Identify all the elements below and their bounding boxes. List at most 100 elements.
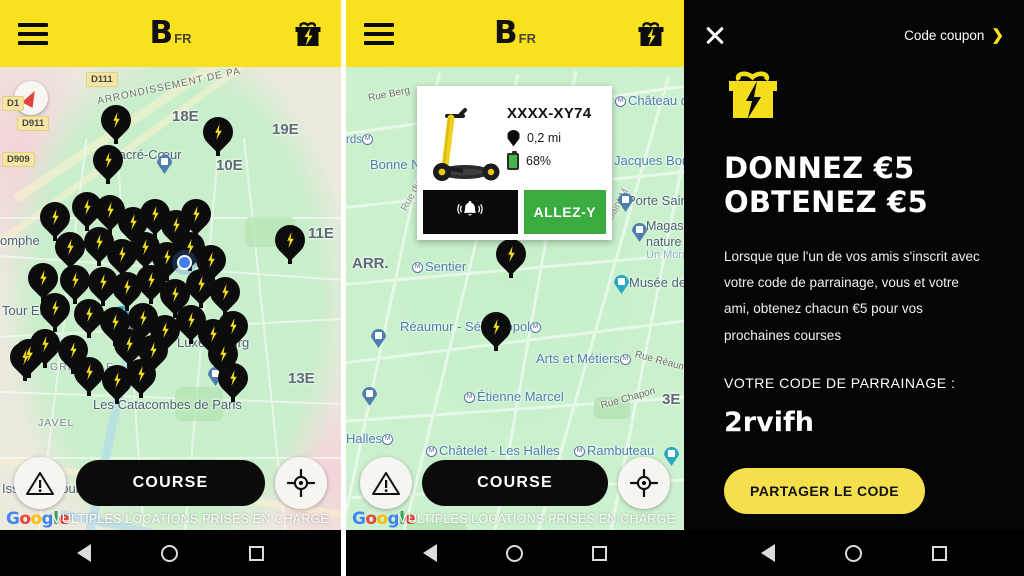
map-controls-panel1: COURSE [0, 456, 341, 510]
map-label: nature [646, 235, 682, 249]
back-triangle-icon[interactable] [422, 544, 437, 562]
gift-icon [724, 66, 782, 124]
user-location-dot [177, 255, 192, 270]
map-label: Arts et Métiers M [536, 351, 633, 366]
scooter-marker[interactable] [474, 305, 518, 352]
panel-map-overview: B FR D111 D1 D911 D909 ARRONDISSEMENT DE… [0, 0, 341, 576]
report-issue-button[interactable] [360, 457, 412, 509]
recents-square-icon[interactable] [592, 545, 608, 561]
map-label: 3E [662, 391, 681, 408]
map-label: D1 [2, 96, 25, 111]
map-label: 13E [288, 370, 315, 387]
map-label: D911 [17, 116, 50, 131]
chevron-right-icon: ❯ [991, 27, 1004, 44]
hamburger-menu-icon[interactable] [364, 22, 394, 45]
scooter-marker[interactable] [196, 110, 240, 157]
map-label: Réaumur - Sébastopol M [400, 319, 543, 334]
hamburger-menu-icon[interactable] [18, 22, 48, 45]
coupon-code-link[interactable]: Code coupon ❯ [904, 26, 1004, 44]
scooter-card-info: XXXX-XY74 0,2 mi 68% [503, 105, 604, 176]
map-label: 10E [216, 157, 243, 174]
scooter-distance: 0,2 mi [527, 131, 562, 145]
app-header-panel2: B FR [346, 0, 684, 67]
attribution-note: MULTIPLES LOCATIONS PRISES EN CHARGE [51, 512, 329, 526]
android-nav-bar-panel1 [0, 530, 341, 576]
gift-icon[interactable] [636, 19, 666, 49]
map-label: D909 [2, 152, 35, 167]
go-button[interactable]: ALLEZ-Y [523, 190, 606, 234]
scooter-marker[interactable] [119, 352, 163, 399]
map-label: Magas [646, 219, 684, 233]
warning-triangle-icon [26, 471, 54, 496]
scooter-marker[interactable] [7, 332, 51, 379]
map-label: Un Mon [646, 249, 684, 261]
start-ride-button[interactable]: COURSE [76, 460, 265, 506]
map-label: 11E [308, 225, 334, 242]
map-label: 19E [272, 121, 299, 138]
brand-region: FR [174, 31, 192, 46]
report-issue-button[interactable] [14, 457, 66, 509]
scooter-battery: 68% [526, 154, 552, 168]
crosshair-target-icon [630, 469, 658, 497]
scooter-marker-selected[interactable] [489, 232, 533, 279]
referral-title-line2: OBTENEZ €5 [724, 184, 928, 219]
locate-me-button[interactable] [275, 457, 327, 509]
app-logo: B FR [8, 3, 192, 49]
panel-scooter-detail: B FR Rue Berg rds M Bonne N Rue ARR. M S… [346, 0, 684, 576]
scooter-marker[interactable] [268, 218, 312, 265]
electric-scooter-image [425, 96, 503, 184]
android-nav-bar-panel3 [684, 530, 1024, 576]
map-label: D111 [86, 72, 118, 87]
map-attribution-panel2: Google MULTIPLES LOCATIONS PRISES EN CHA… [346, 508, 684, 530]
app-header-panel1: B FR [0, 0, 341, 67]
home-circle-icon[interactable] [161, 544, 179, 562]
go-button-label: ALLEZ-Y [533, 204, 597, 220]
map-controls-panel2: COURSE [346, 456, 684, 510]
referral-title: DONNEZ €5 OBTENEZ €5 [724, 151, 984, 220]
scooter-battery-row: 68% [507, 150, 604, 170]
referral-body: DONNEZ €5 OBTENEZ €5 Lorsque que l'un de… [684, 52, 1024, 515]
attribution-note: MULTIPLES LOCATIONS PRISES EN CHARGE [397, 512, 675, 526]
locate-me-button[interactable] [618, 457, 670, 509]
crosshair-target-icon [287, 469, 315, 497]
back-triangle-icon[interactable] [761, 544, 775, 562]
scooter-marker[interactable] [67, 350, 111, 397]
map-label: Musée des [629, 275, 684, 290]
home-circle-icon[interactable] [505, 544, 523, 562]
close-x-icon[interactable] [704, 24, 726, 46]
scooter-marker[interactable] [94, 98, 138, 145]
map-label: Bonne N [370, 157, 421, 172]
scooter-marker[interactable] [211, 356, 255, 403]
start-ride-label: COURSE [477, 474, 553, 491]
brand-region: FR [518, 31, 536, 46]
scooter-marker[interactable] [86, 138, 130, 185]
recents-square-icon[interactable] [248, 545, 264, 561]
referral-code-value: 2rvifh [724, 407, 814, 439]
scooter-info-card: XXXX-XY74 0,2 mi 68% ALLEZ-Y [417, 86, 612, 240]
battery-icon [507, 150, 519, 170]
gift-icon[interactable] [293, 19, 323, 49]
referral-screen: Code coupon ❯ DONNEZ €5 OBTENEZ €5 Lorsq… [684, 0, 1024, 530]
scooter-card-actions: ALLEZ-Y [423, 190, 606, 240]
panel-referral: Code coupon ❯ DONNEZ €5 OBTENEZ €5 Lorsq… [684, 0, 1024, 576]
ring-scooter-button[interactable] [423, 190, 518, 234]
bell-icon [456, 200, 484, 225]
map-attribution-panel1: Google MULTIPLES LOCATIONS PRISES EN CHA… [0, 508, 341, 530]
map-pin-icon [507, 129, 520, 147]
home-circle-icon[interactable] [845, 544, 862, 562]
map-label: Halles M [346, 431, 395, 446]
map-label: rds M [346, 134, 375, 146]
referral-code-label: VOTRE CODE DE PARRAINAGE : [724, 375, 956, 392]
share-code-button[interactable]: PARTAGER LE CODE [724, 468, 925, 515]
scooter-card-body: XXXX-XY74 0,2 mi 68% [423, 92, 606, 190]
brand-letter: B [494, 15, 518, 51]
scooter-plate: XXXX-XY74 [507, 104, 592, 122]
back-triangle-icon[interactable] [77, 544, 92, 562]
map-label: JAVEL [38, 417, 75, 429]
referral-description: Lorsque que l'un de vos amis s'inscrit a… [724, 248, 980, 343]
start-ride-button[interactable]: COURSE [422, 460, 608, 506]
map-label: ARR. [352, 255, 389, 272]
recents-square-icon[interactable] [932, 545, 947, 561]
scooter-marker[interactable] [33, 286, 77, 333]
map-label: MChâteau d' [615, 93, 684, 108]
